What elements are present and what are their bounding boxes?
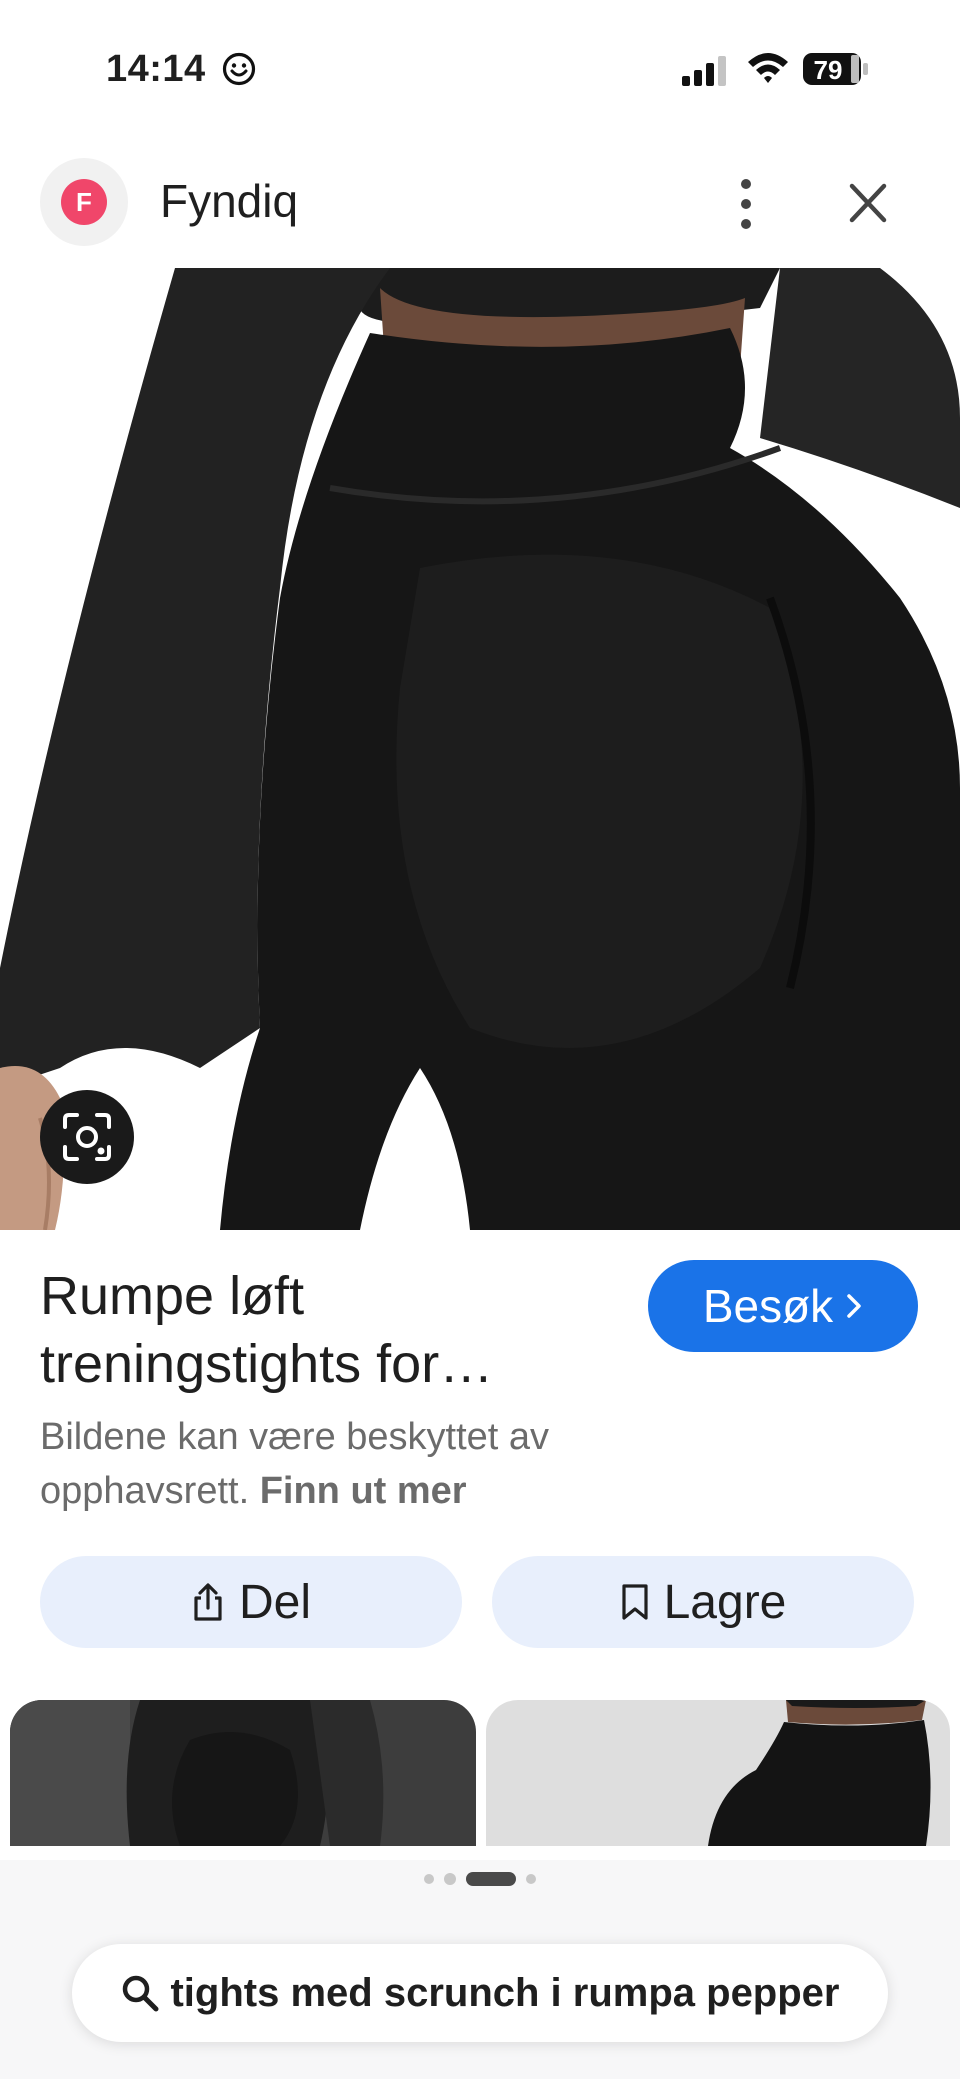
copyright-notice: Bildene kan være beskyttet av opphavsret… [40, 1410, 660, 1518]
search-query-text: tights med scrunch i rumpa pepper [170, 1970, 840, 2015]
status-bar: 14:14 79 [0, 0, 960, 140]
search-icon [123, 1975, 159, 2012]
product-photo-leggings [0, 268, 960, 1230]
battery-icon: 79 [803, 53, 868, 85]
share-label: Del [238, 1575, 312, 1629]
related-image-1[interactable] [10, 1700, 476, 1846]
site-logo-letter: F [61, 179, 107, 225]
site-logo[interactable]: F [40, 158, 128, 246]
chevron-right-icon [847, 1294, 861, 1318]
related-photo-1 [10, 1700, 476, 1846]
status-time: 14:14 [106, 48, 206, 90]
share-button[interactable]: Del [40, 1556, 462, 1648]
lens-icon [63, 1113, 111, 1161]
bookmark-icon [622, 1584, 648, 1620]
result-header: F Fyndiq [0, 150, 960, 270]
pager-dot [444, 1873, 456, 1885]
lens-search-button[interactable] [40, 1090, 134, 1184]
pager-dot-active [466, 1872, 516, 1886]
close-icon[interactable] [846, 178, 890, 228]
search-query-pill[interactable]: tights med scrunch i rumpa pepper [72, 1944, 888, 2042]
pager-dot [526, 1874, 536, 1884]
cellular-signal-icon [682, 56, 726, 86]
more-options-icon[interactable] [728, 174, 764, 234]
result-title[interactable]: Rumpe løft treningstights for… [40, 1262, 600, 1398]
pager-dots [0, 1870, 960, 1888]
site-name[interactable]: Fyndiq [160, 174, 298, 228]
pager-dot [424, 1874, 434, 1884]
learn-more-link[interactable]: Finn ut mer [260, 1470, 467, 1512]
battery-level: 79 [814, 55, 843, 85]
wifi-icon [748, 53, 788, 83]
product-image[interactable] [0, 268, 960, 1230]
related-photo-2 [486, 1700, 950, 1846]
save-button[interactable]: Lagre [492, 1556, 914, 1648]
smiley-icon [222, 52, 256, 86]
visit-button[interactable]: Besøk [648, 1260, 918, 1352]
related-image-2[interactable] [486, 1700, 950, 1846]
share-icon [194, 1583, 222, 1621]
visit-button-label: Besøk [702, 1280, 834, 1332]
save-label: Lagre [663, 1575, 787, 1629]
